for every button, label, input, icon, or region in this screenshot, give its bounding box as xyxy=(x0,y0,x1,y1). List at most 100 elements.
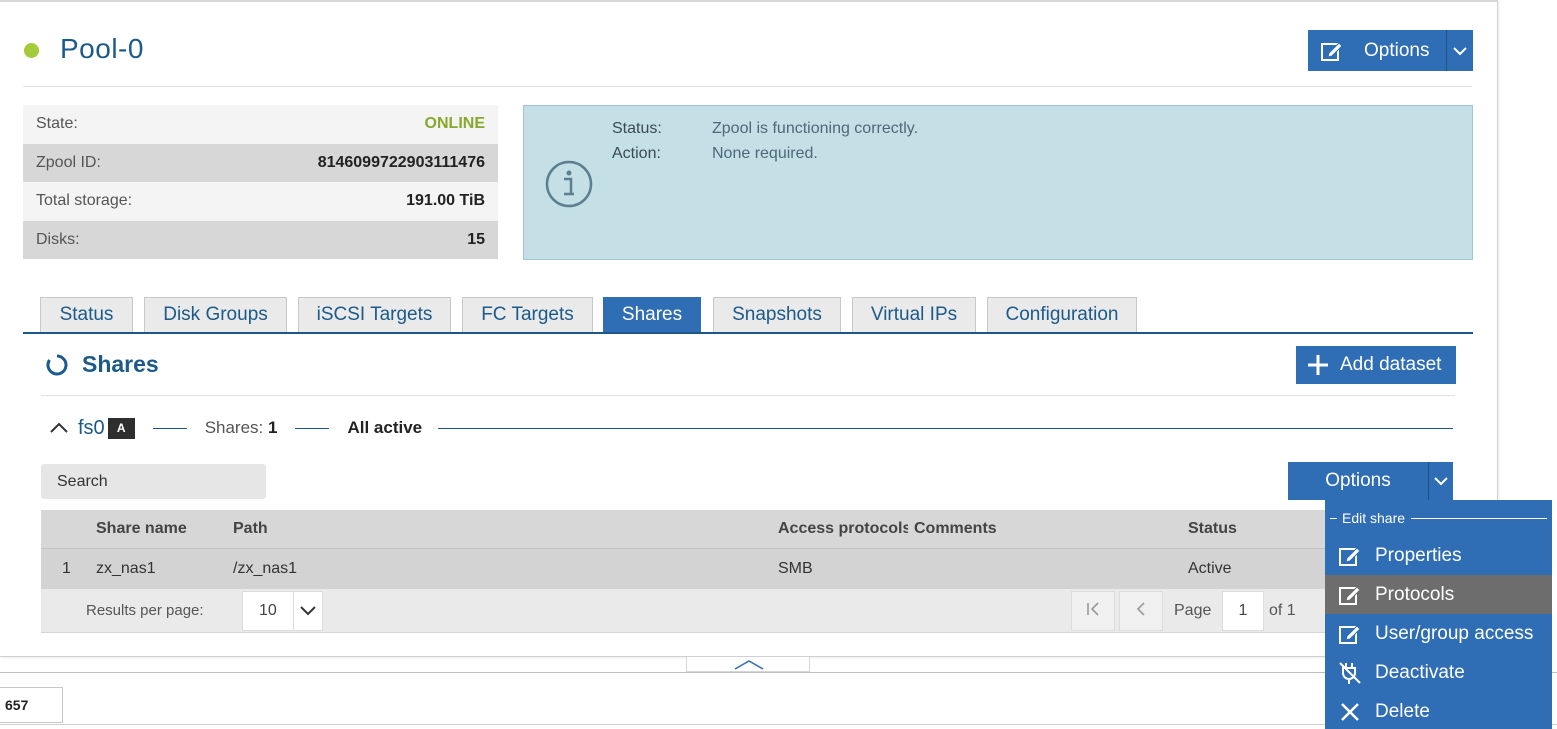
shares-options-button[interactable]: Options xyxy=(1288,462,1453,500)
results-per-page-value: 10 xyxy=(259,602,277,619)
prop-label: State: xyxy=(36,115,78,133)
edit-icon xyxy=(1325,544,1375,568)
action-value: None required. xyxy=(712,145,818,162)
pool-title: Pool-0 xyxy=(60,33,144,64)
tab-fc-targets[interactable]: FC Targets xyxy=(462,297,593,332)
row-share-name: zx_nas1 xyxy=(96,560,156,577)
col-comments[interactable]: Comments xyxy=(914,520,997,538)
menu-item-deactivate[interactable]: Deactivate xyxy=(1325,653,1552,692)
close-icon xyxy=(1325,702,1375,722)
tab-virtual-ips[interactable]: Virtual IPs xyxy=(852,297,976,332)
menu-item-label: Properties xyxy=(1375,544,1462,566)
menu-header-label: Edit share xyxy=(1342,510,1406,526)
plus-icon xyxy=(1296,354,1340,376)
col-share-name[interactable]: Share name xyxy=(96,520,187,538)
row-status: Active xyxy=(1188,560,1232,577)
first-page-button[interactable] xyxy=(1071,591,1115,631)
col-status[interactable]: Status xyxy=(1188,520,1237,538)
row-protocols: SMB xyxy=(778,560,813,577)
prop-value: 15 xyxy=(467,230,485,248)
first-page-icon xyxy=(1086,602,1100,620)
tab-snapshots[interactable]: Snapshots xyxy=(713,297,841,332)
pool-status-dot xyxy=(24,43,39,58)
bottom-tab[interactable]: 657 xyxy=(0,687,63,723)
chevron-up-icon xyxy=(734,660,764,670)
pool-status-box: Status: Zpool is functioning correctly. … xyxy=(523,105,1473,260)
table-footer: Results per page: 10 Page 1 of 1 xyxy=(41,589,1455,633)
divider xyxy=(438,427,1453,429)
shares-table: Share name Path Access protocols Comment… xyxy=(41,510,1455,633)
prop-zpool-id: Zpool ID: 8146099722903111476 xyxy=(23,143,498,182)
section-divider xyxy=(41,395,1455,396)
prop-label: Zpool ID: xyxy=(36,153,101,171)
dataset-state: All active xyxy=(347,418,423,437)
edit-icon xyxy=(1325,583,1375,607)
tab-shares[interactable]: Shares xyxy=(603,297,701,332)
page-input[interactable]: 1 xyxy=(1222,591,1264,631)
pool-options-button[interactable]: Options xyxy=(1308,30,1473,71)
tab-status[interactable]: Status xyxy=(40,297,133,332)
edit-icon xyxy=(1308,39,1356,63)
status-key: Status: xyxy=(612,120,662,137)
row-path: /zx_nas1 xyxy=(233,560,298,577)
prev-page-button[interactable] xyxy=(1119,591,1163,631)
menu-item-label: User/group access xyxy=(1375,622,1534,644)
shares-title: Shares xyxy=(82,351,159,377)
dataset-name[interactable]: fs0 xyxy=(78,417,105,440)
status-details: Status: Zpool is functioning correctly. … xyxy=(612,120,918,170)
divider xyxy=(295,427,330,429)
menu-item-properties[interactable]: Properties xyxy=(1325,536,1552,575)
edit-share-menu: Edit share Properties Protocols User/gro… xyxy=(1325,500,1552,729)
divider xyxy=(152,427,187,429)
shares-count: 1 xyxy=(268,418,278,437)
menu-item-delete[interactable]: Delete xyxy=(1325,692,1552,729)
unplug-icon xyxy=(1325,660,1375,686)
menu-item-label: Protocols xyxy=(1375,583,1455,605)
menu-item-label: Deactivate xyxy=(1375,661,1465,683)
menu-item-protocols[interactable]: Protocols xyxy=(1325,575,1552,614)
prop-total-storage: Total storage: 191.00 TiB xyxy=(23,182,498,221)
page-of-label: of 1 xyxy=(1269,602,1296,619)
pool-panel: Pool-0 Options State: ONLINE Zpool ID: 8… xyxy=(0,0,1498,657)
prop-state: State: ONLINE xyxy=(23,105,498,144)
chevron-down-icon[interactable] xyxy=(1428,462,1453,500)
menu-item-label: Delete xyxy=(1375,700,1430,722)
chevron-down-icon xyxy=(293,592,322,630)
search-input[interactable] xyxy=(41,464,266,499)
prop-label: Disks: xyxy=(36,230,80,248)
row-index: 1 xyxy=(62,560,71,577)
pool-tabs: Status Disk Groups iSCSI Targets FC Targ… xyxy=(23,297,1473,334)
prop-label: Total storage: xyxy=(36,192,133,210)
dataset-row: fs0 A Shares: 1 All active xyxy=(41,412,1453,444)
bottom-divider xyxy=(0,672,1557,673)
bottom-border xyxy=(0,724,1557,725)
results-per-page-select[interactable]: 10 xyxy=(242,591,323,631)
edit-icon xyxy=(1325,622,1375,646)
prop-value: 8146099722903111476 xyxy=(317,153,485,171)
pool-properties: State: ONLINE Zpool ID: 8146099722903111… xyxy=(23,105,498,259)
shares-count-label: Shares: xyxy=(204,418,264,437)
prop-disks: Disks: 15 xyxy=(23,220,498,259)
collapse-handle[interactable] xyxy=(686,657,810,672)
menu-header: Edit share xyxy=(1325,500,1552,536)
tab-configuration[interactable]: Configuration xyxy=(987,297,1137,332)
table-header: Share name Path Access protocols Comment… xyxy=(41,510,1455,548)
shares-options-label: Options xyxy=(1325,470,1391,491)
chevron-down-icon[interactable] xyxy=(1446,30,1473,71)
prop-value: ONLINE xyxy=(424,115,485,133)
tab-iscsi-targets[interactable]: iSCSI Targets xyxy=(298,297,451,332)
col-access-protocols[interactable]: Access protocols xyxy=(778,520,908,538)
info-icon xyxy=(545,160,593,213)
prop-value: 191.00 TiB xyxy=(406,192,485,210)
chevron-up-icon[interactable] xyxy=(41,422,77,434)
results-per-page-label: Results per page: xyxy=(86,602,204,619)
action-key: Action: xyxy=(612,145,661,162)
dataset-shares: Shares: 1 xyxy=(205,418,278,438)
add-dataset-button[interactable]: Add dataset xyxy=(1296,346,1456,384)
table-row[interactable]: 1 zx_nas1 /zx_nas1 SMB Active xyxy=(41,548,1455,589)
tab-disk-groups[interactable]: Disk Groups xyxy=(144,297,287,332)
menu-item-user-group-access[interactable]: User/group access xyxy=(1325,614,1552,653)
add-dataset-label: Add dataset xyxy=(1340,354,1442,375)
col-path[interactable]: Path xyxy=(233,520,268,538)
refresh-icon[interactable] xyxy=(46,354,68,381)
